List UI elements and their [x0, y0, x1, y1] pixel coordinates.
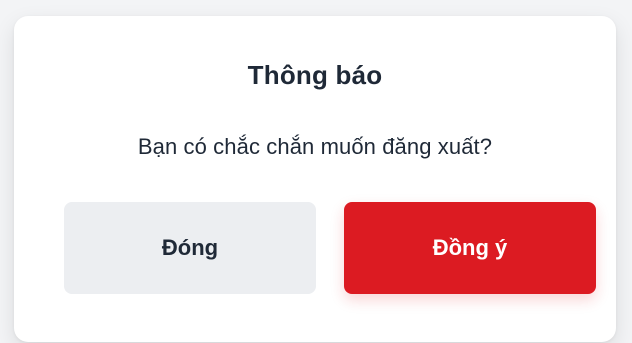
confirm-logout-button[interactable]: Đồng ý — [344, 202, 596, 294]
close-button[interactable]: Đóng — [64, 202, 316, 294]
logout-confirm-dialog: Thông báo Bạn có chắc chắn muốn đăng xuấ… — [14, 16, 616, 342]
dialog-message: Bạn có chắc chắn muốn đăng xuất? — [137, 134, 493, 159]
dialog-title: Thông báo — [247, 60, 383, 90]
screen-backdrop: Thông báo Bạn có chắc chắn muốn đăng xuấ… — [0, 0, 632, 343]
